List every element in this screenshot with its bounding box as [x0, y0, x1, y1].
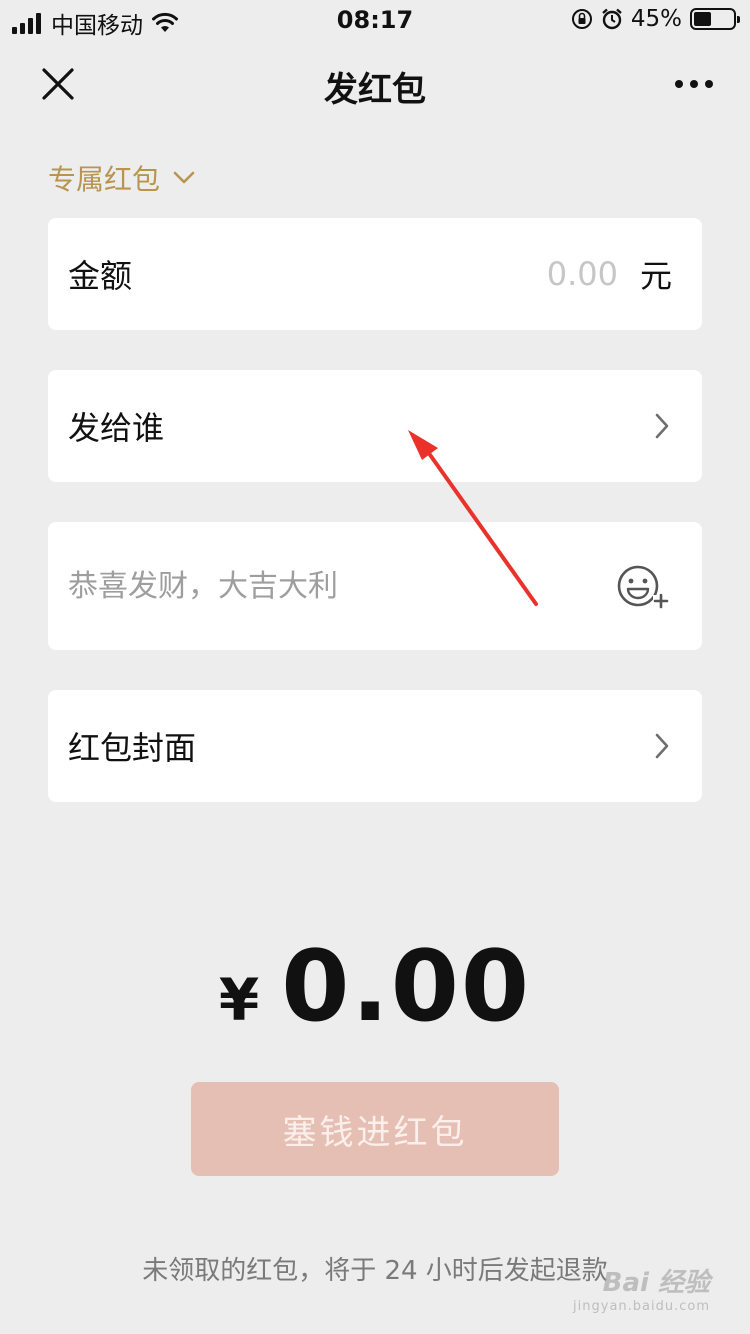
battery-icon	[690, 8, 740, 30]
status-right: 45%	[571, 6, 740, 32]
battery-level	[694, 12, 712, 26]
total-amount: ¥ 0.00	[0, 930, 750, 1044]
submit-button[interactable]: 塞钱进红包	[191, 1082, 559, 1176]
amount-label: 金额	[68, 257, 133, 295]
recipient-row[interactable]: 发给谁	[48, 370, 702, 482]
orientation-lock-icon	[571, 9, 592, 29]
more-dots-icon[interactable]	[674, 66, 714, 102]
watermark-logo: Bai 经验	[602, 1268, 710, 1298]
total-value: 0.00	[281, 930, 532, 1044]
amount-input[interactable]	[417, 255, 618, 293]
chevron-down-icon	[173, 171, 195, 184]
packet-type-selector[interactable]: 专属红包	[48, 158, 196, 198]
greeting-input[interactable]	[68, 568, 548, 604]
chevron-right-icon	[655, 733, 669, 759]
amount-card: 金额 元	[48, 218, 702, 330]
cover-label: 红包封面	[68, 729, 197, 767]
battery-percent: 45%	[630, 6, 682, 32]
alarm-icon	[602, 8, 622, 30]
close-icon[interactable]	[38, 64, 78, 104]
watermark: Bai 经验 jingyan.baidu.com	[573, 1262, 710, 1314]
nav-bar: 发红包	[0, 44, 750, 124]
status-bar: 中国移动 08:17 45%	[0, 0, 750, 40]
cover-row[interactable]: 红包封面	[48, 690, 702, 802]
greeting-card	[48, 522, 702, 650]
packet-type-label: 专属红包	[48, 163, 161, 196]
watermark-url: jingyan.baidu.com	[573, 1299, 710, 1314]
total-currency: ¥	[218, 966, 260, 1034]
page-title: 发红包	[324, 70, 426, 110]
chevron-right-icon	[655, 413, 669, 439]
emoji-add-icon[interactable]	[616, 563, 672, 609]
recipient-label: 发给谁	[68, 409, 165, 447]
amount-unit: 元	[639, 257, 672, 295]
